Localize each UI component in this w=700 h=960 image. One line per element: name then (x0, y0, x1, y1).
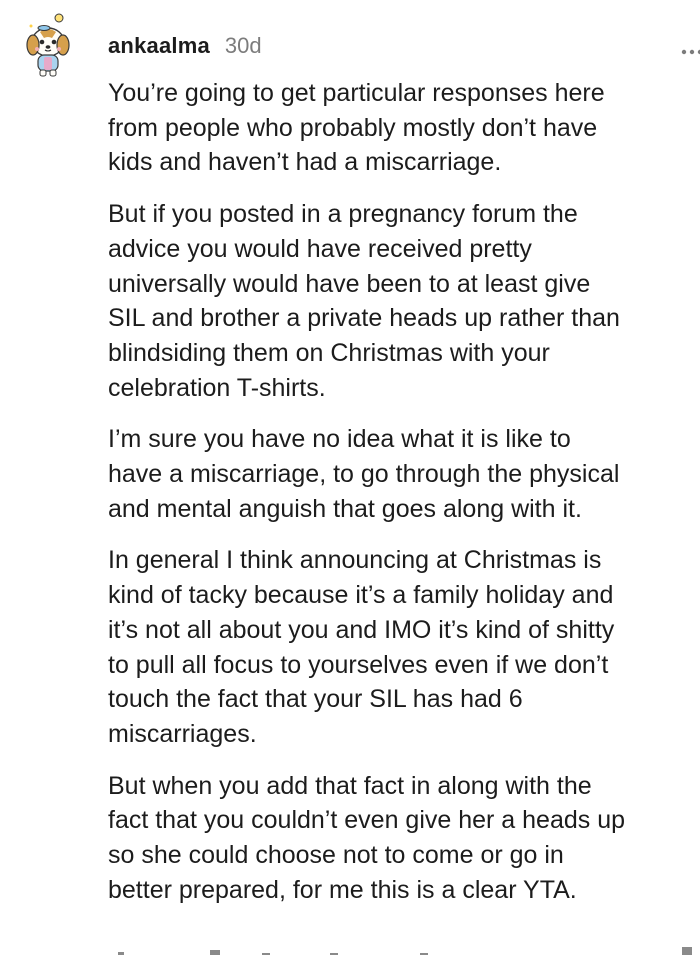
paragraph-1: You’re going to get particular responses… (108, 76, 700, 180)
comment-header: ankaalma 30d (108, 33, 262, 61)
text-line: You’re going to get particular responses… (108, 79, 605, 107)
paragraph-2: But if you posted in a pregnancy forum t… (108, 197, 700, 405)
text-line: But when you add that fact in along with… (108, 771, 592, 800)
text-line: it’s not all about you and IMO it’s kind… (108, 615, 615, 644)
text-line: In general I think announcing at Christm… (108, 546, 602, 575)
comment-actions-cropped (0, 942, 700, 955)
text-line: miscarriages. (108, 719, 257, 748)
text-line: from people who probably mostly don’t ha… (108, 113, 598, 142)
text-line: to pull all focus to yourselves even if … (108, 650, 609, 679)
paragraph-5: But when you add that fact in along with… (108, 769, 700, 908)
text-line: have a miscarriage, to go through the ph… (108, 460, 620, 489)
text-line: SIL and brother a private heads up rathe… (108, 304, 620, 333)
text-line: better prepared, for me this is a clear … (108, 875, 577, 904)
text-line: I’m sure you have no idea what it is lik… (108, 425, 571, 454)
comment: ankaalma 30d You’re going to get particu… (0, 0, 700, 955)
text-line: But if you posted in a pregnancy forum t… (108, 200, 578, 229)
text-line: and mental anguish that goes along with … (108, 494, 582, 523)
comment-body: You’re going to get particular responses… (108, 76, 700, 924)
paragraph-4: In general I think announcing at Christm… (108, 543, 700, 751)
text-line: universally would have been to at least … (108, 269, 591, 298)
text-line: blindsiding them on Christmas with your (108, 338, 550, 367)
dog-avatar-icon[interactable] (22, 12, 82, 82)
paragraph-3: I’m sure you have no idea what it is lik… (108, 422, 700, 526)
text-line: so she could choose not to come or go in (108, 841, 564, 870)
comment-age: 30d (224, 33, 262, 58)
text-line: kids and haven’t had a miscarriage. (108, 148, 502, 177)
text-line: kind of tacky because it’s a family holi… (108, 581, 614, 610)
text-line: fact that you couldn’t even give her a h… (108, 806, 626, 835)
text-line: touch the fact that your SIL has had 6 (108, 685, 523, 714)
username[interactable]: ankaalma (108, 33, 210, 59)
text-line: celebration T-shirts. (108, 373, 326, 402)
more-horizontal-icon[interactable] (680, 44, 700, 55)
text-line: advice you would have received pretty (108, 234, 532, 263)
